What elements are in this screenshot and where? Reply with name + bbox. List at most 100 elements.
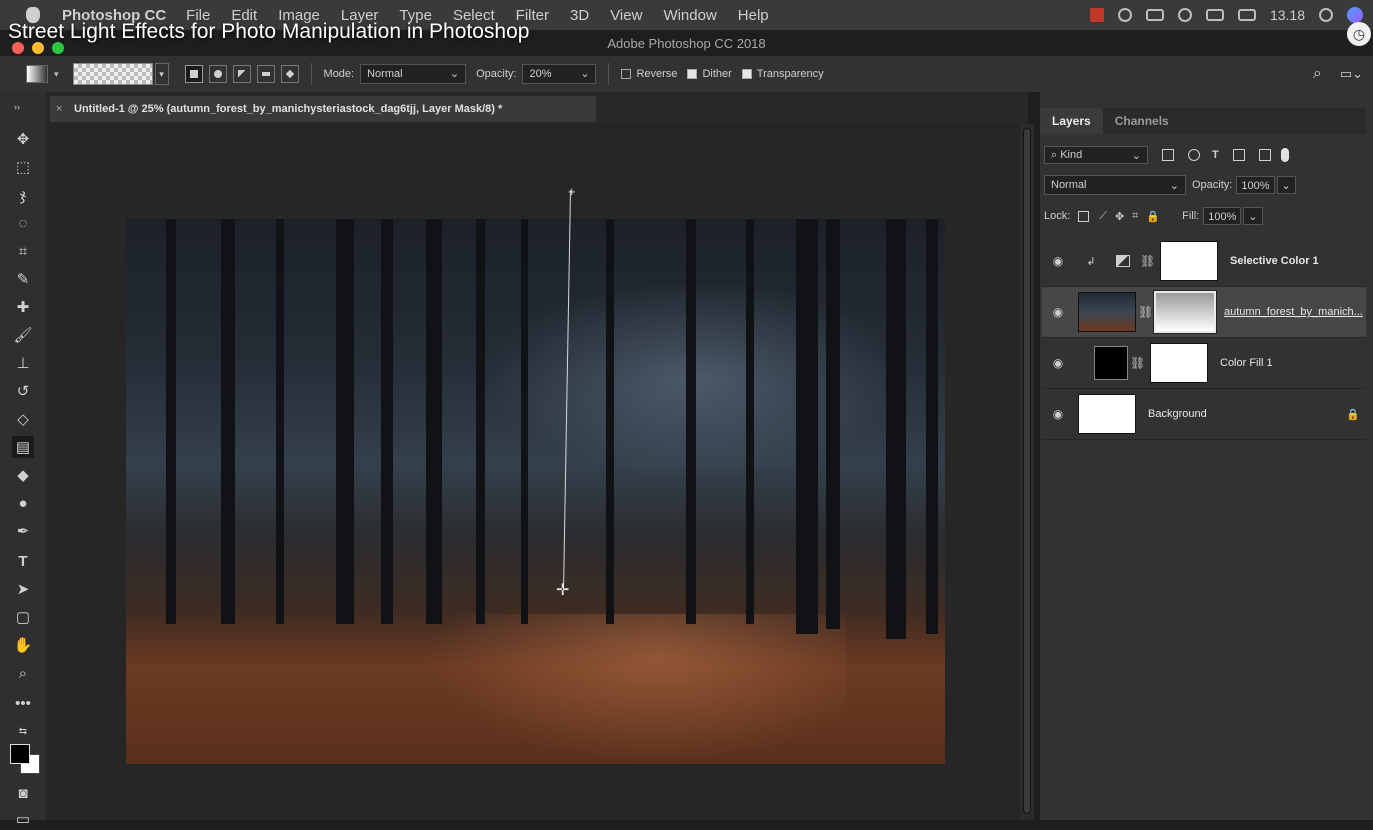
dodge-tool-icon[interactable]: ● bbox=[12, 492, 34, 514]
swap-colors-icon[interactable]: ⇆ bbox=[12, 720, 34, 742]
eraser-tool-icon[interactable]: ◇ bbox=[12, 408, 34, 430]
document-tab[interactable]: Untitled-1 @ 25% (autumn_forest_by_manic… bbox=[50, 96, 596, 122]
link-icon[interactable]: ⛓ bbox=[1130, 356, 1145, 370]
color-fill-thumbnail[interactable] bbox=[1094, 346, 1128, 380]
wifi-icon[interactable] bbox=[1177, 8, 1192, 22]
chevron-down-icon[interactable]: ⌄ bbox=[1276, 176, 1296, 194]
search-icon[interactable]: ⌕ bbox=[1313, 65, 1322, 83]
history-brush-tool-icon[interactable]: ↺ bbox=[12, 380, 34, 402]
kind-select[interactable]: ⌕ Kind ⌄ bbox=[1044, 146, 1148, 164]
chevron-down-icon[interactable]: ▾ bbox=[54, 69, 59, 80]
marquee-tool-icon[interactable]: ⬚ bbox=[12, 156, 34, 178]
battery-icon[interactable] bbox=[1237, 9, 1256, 21]
opacity-input[interactable]: 20% ⌄ bbox=[522, 64, 597, 84]
healing-brush-tool-icon[interactable]: ✚ bbox=[12, 296, 34, 318]
menu-help[interactable]: Help bbox=[738, 7, 769, 24]
zoom-tool-icon[interactable]: ⌕ bbox=[12, 662, 34, 684]
watch-later-icon[interactable]: ◷ bbox=[1347, 22, 1371, 46]
screen-mode-icon[interactable]: ▭ bbox=[12, 808, 34, 830]
layer-mask-thumbnail[interactable] bbox=[1153, 290, 1217, 334]
menu-view[interactable]: View bbox=[610, 7, 642, 24]
siri-icon[interactable] bbox=[1347, 7, 1363, 23]
lasso-tool-icon[interactable]: ჯ bbox=[12, 184, 34, 206]
filter-toggle-icon[interactable] bbox=[1280, 148, 1289, 162]
gradient-picker-button[interactable]: ▾ bbox=[154, 63, 169, 85]
blur-tool-icon[interactable]: ◆ bbox=[12, 464, 34, 486]
diamond-gradient-button[interactable] bbox=[280, 65, 299, 83]
lock-artboard-icon[interactable]: ⌗ bbox=[1132, 210, 1138, 223]
quick-mask-icon[interactable]: ◙ bbox=[12, 782, 34, 804]
mode-select[interactable]: Normal ⌄ bbox=[360, 64, 467, 84]
fill-input[interactable]: 100% bbox=[1203, 207, 1242, 225]
close-tab-icon[interactable]: × bbox=[56, 96, 62, 122]
lock-all-icon[interactable]: 🔒 bbox=[1146, 210, 1160, 223]
foreground-color-swatch[interactable] bbox=[10, 744, 30, 764]
link-icon[interactable]: ⛓ bbox=[1138, 305, 1153, 319]
clone-stamp-tool-icon[interactable]: ⊥ bbox=[12, 352, 34, 374]
layer-name[interactable]: Selective Color 1 bbox=[1230, 255, 1319, 267]
spotlight-icon[interactable] bbox=[1319, 8, 1333, 22]
lock-image-pixels-icon[interactable]: ⟋ bbox=[1099, 210, 1107, 223]
layer-opacity-input[interactable]: 100% bbox=[1236, 176, 1275, 194]
layer-row-autumn-forest[interactable]: ◉ ⛓ autumn_forest_by_manich... bbox=[1042, 287, 1366, 338]
canvas-image[interactable] bbox=[126, 219, 945, 764]
layer-thumbnail[interactable] bbox=[1078, 292, 1136, 332]
reverse-checkbox[interactable]: Reverse bbox=[621, 68, 677, 80]
eye-icon[interactable]: ◉ bbox=[1050, 407, 1066, 421]
layer-row-color-fill[interactable]: ◉ ⛓ Color Fill 1 bbox=[1042, 338, 1366, 389]
type-filter-icon[interactable]: T bbox=[1212, 149, 1219, 161]
eye-icon[interactable]: ◉ bbox=[1050, 356, 1066, 370]
eye-icon[interactable]: ◉ bbox=[1050, 254, 1066, 268]
gradient-editor-swatch[interactable] bbox=[72, 63, 153, 85]
dither-checkbox[interactable]: Dither bbox=[687, 68, 732, 80]
tool-preset-picker[interactable] bbox=[26, 65, 48, 83]
volume-icon[interactable] bbox=[1205, 9, 1224, 21]
record-icon[interactable] bbox=[1089, 8, 1104, 22]
path-selection-tool-icon[interactable]: ➤ bbox=[12, 578, 34, 600]
clock-time[interactable]: 13.18 bbox=[1270, 7, 1305, 23]
chevron-down-icon[interactable]: ⌄ bbox=[1243, 207, 1263, 225]
lock-transparent-pixels-icon[interactable] bbox=[1078, 210, 1090, 222]
move-tool-icon[interactable]: ✥ bbox=[12, 128, 34, 150]
layer-row-background[interactable]: ◉ Background 🔒 bbox=[1042, 389, 1366, 440]
collapse-toolbar-icon[interactable]: ›› bbox=[6, 96, 28, 118]
gradient-tool-icon[interactable]: ▤ bbox=[12, 436, 34, 458]
reflected-gradient-button[interactable] bbox=[256, 65, 275, 83]
tab-layers[interactable]: Layers bbox=[1040, 108, 1103, 134]
hand-tool-icon[interactable]: ✋ bbox=[12, 634, 34, 656]
edit-toolbar-icon[interactable]: ••• bbox=[12, 692, 34, 714]
layer-row-selective-color[interactable]: ◉ ↲ ⛓ Selective Color 1 bbox=[1042, 236, 1366, 287]
type-tool-icon[interactable]: T bbox=[12, 550, 34, 572]
linear-gradient-button[interactable] bbox=[184, 65, 203, 83]
pixel-filter-icon[interactable] bbox=[1162, 149, 1174, 161]
menu-window[interactable]: Window bbox=[663, 7, 716, 24]
layer-name[interactable]: Color Fill 1 bbox=[1220, 357, 1273, 369]
layer-name[interactable]: Background bbox=[1148, 408, 1207, 420]
transparency-check-box[interactable] bbox=[741, 69, 752, 80]
smart-object-filter-icon[interactable] bbox=[1258, 149, 1271, 161]
adjustment-filter-icon[interactable] bbox=[1188, 149, 1200, 161]
cc-icon[interactable] bbox=[1117, 8, 1132, 22]
transparency-checkbox[interactable]: Transparency bbox=[741, 68, 824, 80]
layer-thumbnail[interactable] bbox=[1078, 394, 1136, 434]
shape-filter-icon[interactable] bbox=[1232, 149, 1245, 161]
display-icon[interactable] bbox=[1145, 9, 1164, 21]
dither-check-box[interactable] bbox=[687, 69, 698, 80]
workspace-icon[interactable]: ▭⌄ bbox=[1340, 66, 1363, 82]
crop-tool-icon[interactable]: ⌗ bbox=[12, 240, 34, 262]
blend-mode-select[interactable]: Normal ⌄ bbox=[1044, 175, 1186, 195]
brush-tool-icon[interactable]: 🖌 bbox=[12, 324, 34, 346]
layer-mask-thumbnail[interactable] bbox=[1160, 241, 1218, 281]
link-icon[interactable]: ⛓ bbox=[1140, 254, 1155, 268]
layer-mask-thumbnail[interactable] bbox=[1150, 343, 1208, 383]
reverse-check-box[interactable] bbox=[621, 69, 632, 80]
layer-name[interactable]: autumn_forest_by_manich... bbox=[1224, 306, 1363, 318]
quick-selection-tool-icon[interactable]: ◌ bbox=[12, 212, 34, 234]
eyedropper-tool-icon[interactable]: ✎ bbox=[12, 268, 34, 290]
vertical-scrollbar[interactable] bbox=[1020, 124, 1034, 820]
eye-icon[interactable]: ◉ bbox=[1050, 305, 1066, 319]
tab-channels[interactable]: Channels bbox=[1103, 108, 1181, 134]
lock-position-icon[interactable]: ✥ bbox=[1115, 210, 1124, 223]
menu-3d[interactable]: 3D bbox=[570, 7, 589, 24]
scrollbar-thumb[interactable] bbox=[1023, 128, 1031, 814]
